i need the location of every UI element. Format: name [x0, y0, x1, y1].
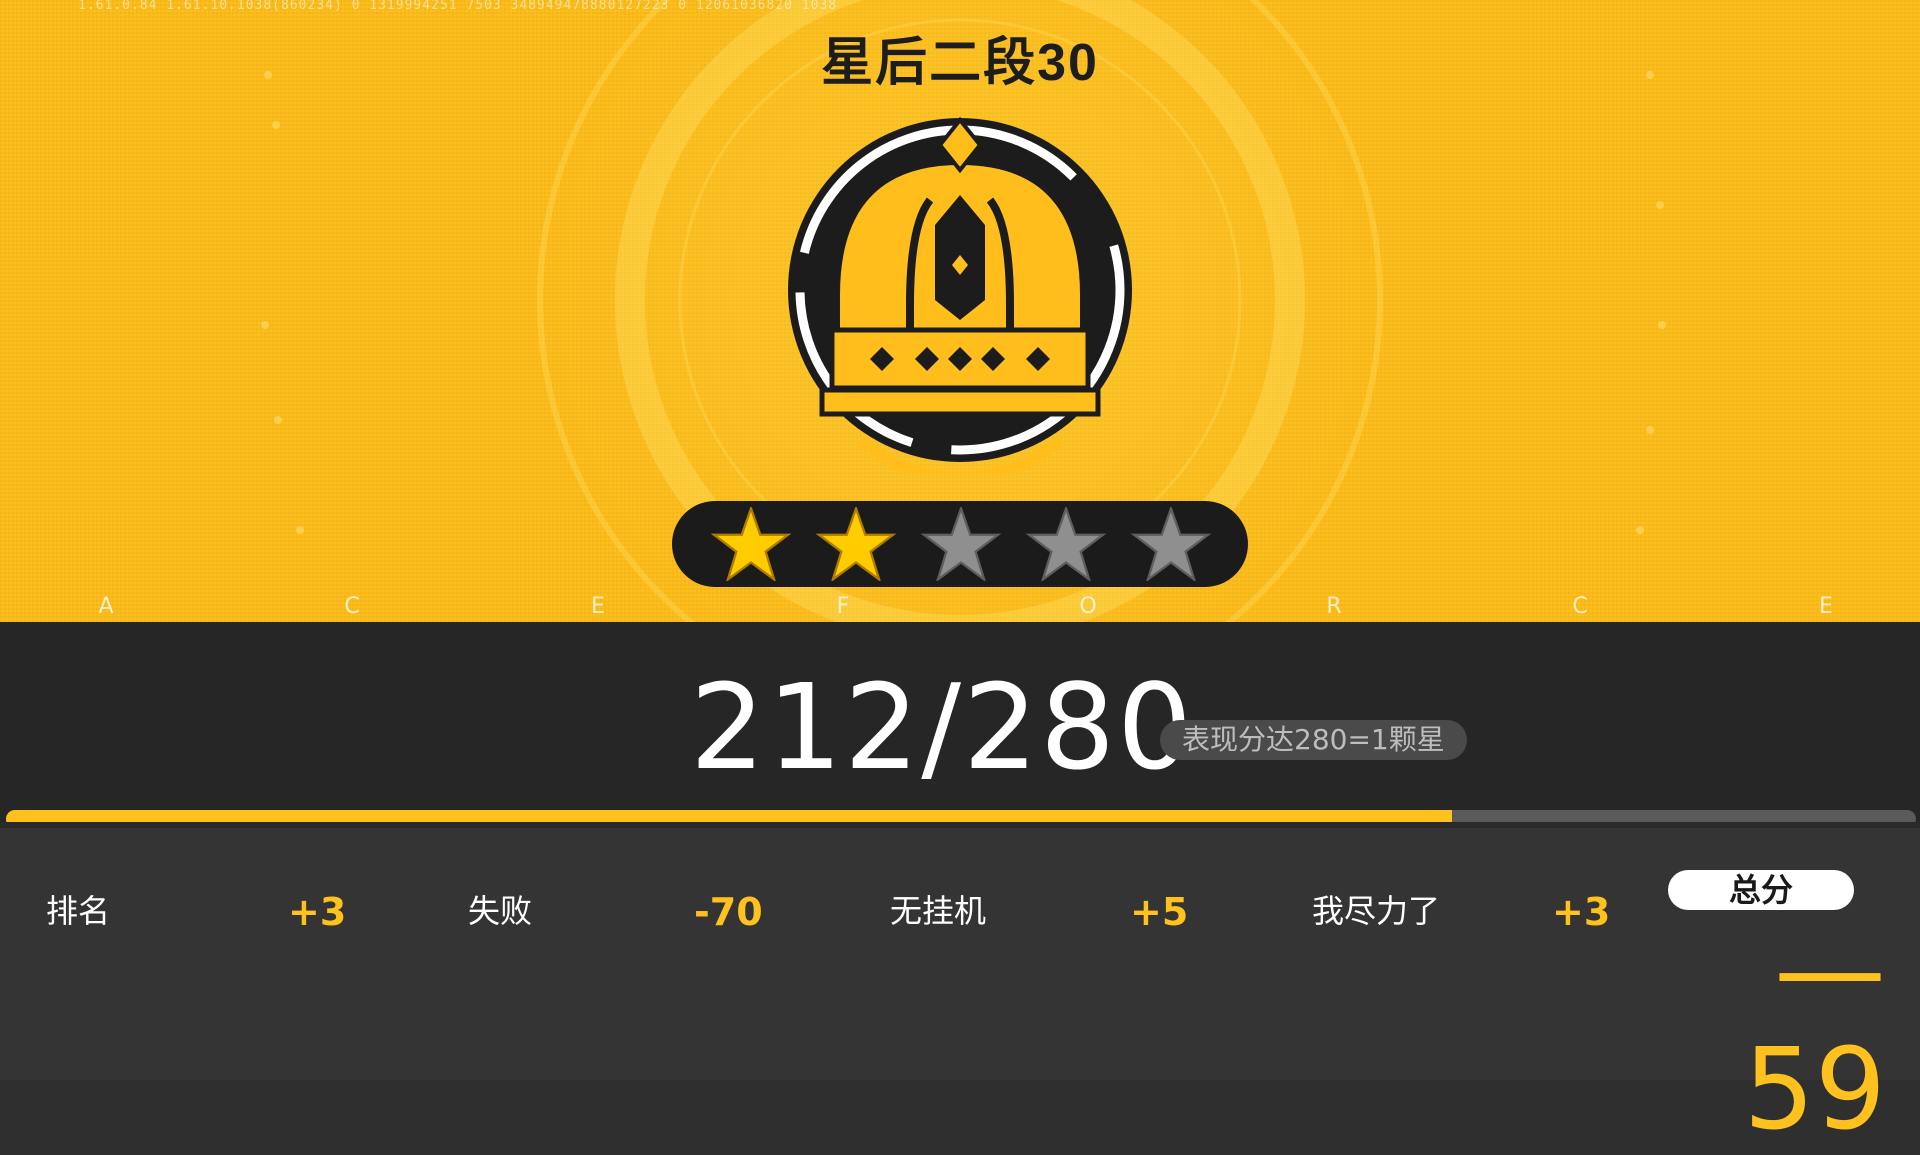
stat-label-no-afk: 无挂机	[890, 892, 987, 930]
queen-crown-emblem-icon	[788, 116, 1132, 475]
stat-value-rank: +3	[288, 890, 347, 934]
star-empty-icon	[1025, 507, 1107, 581]
stat-label-defeat: 失败	[468, 892, 533, 930]
decorative-letter-row: A C E F O R C E	[0, 594, 1920, 620]
score-breakdown-panel: 排名 +3 失败 -70 无挂机 +5 我尽力了 +3 总分 —59	[0, 828, 1920, 1150]
decorative-letter: C	[344, 594, 360, 619]
stat-label-rank: 排名	[46, 892, 111, 930]
performance-score: 212/280	[690, 658, 1195, 796]
decorative-letter: F	[836, 594, 850, 619]
decorative-letter: E	[1819, 594, 1833, 619]
star-empty-icon	[1130, 507, 1212, 581]
star-empty-icon	[920, 507, 1002, 581]
decorative-letter: A	[98, 594, 114, 619]
stat-value-no-afk: +5	[1130, 890, 1189, 934]
decorative-letter: O	[1079, 594, 1097, 619]
decorative-letter: E	[591, 594, 605, 619]
debug-version-text: 1.61.0.84 1.61.10.1038(860234) 0 1319994…	[78, 0, 838, 13]
total-score-value: —59	[1743, 905, 1886, 1155]
stat-label-tried-best: 我尽力了	[1312, 892, 1441, 930]
stat-value-defeat: -70	[694, 890, 763, 934]
rank-title: 星后二段30	[821, 34, 1099, 92]
decorative-letter: R	[1326, 594, 1342, 619]
star-requirement-hint: 表现分达280=1颗星	[1160, 720, 1467, 760]
performance-panel: 212/280 表现分达280=1颗星	[0, 622, 1920, 828]
total-score-label: 总分	[1668, 870, 1854, 910]
star-filled-icon	[710, 507, 792, 581]
decorative-letter: C	[1572, 594, 1588, 619]
star-rating-bar	[672, 501, 1248, 587]
star-filled-icon	[815, 507, 897, 581]
rank-header-panel: 1.61.0.84 1.61.10.1038(860234) 0 1319994…	[0, 0, 1920, 622]
stat-value-tried-best: +3	[1552, 890, 1611, 934]
